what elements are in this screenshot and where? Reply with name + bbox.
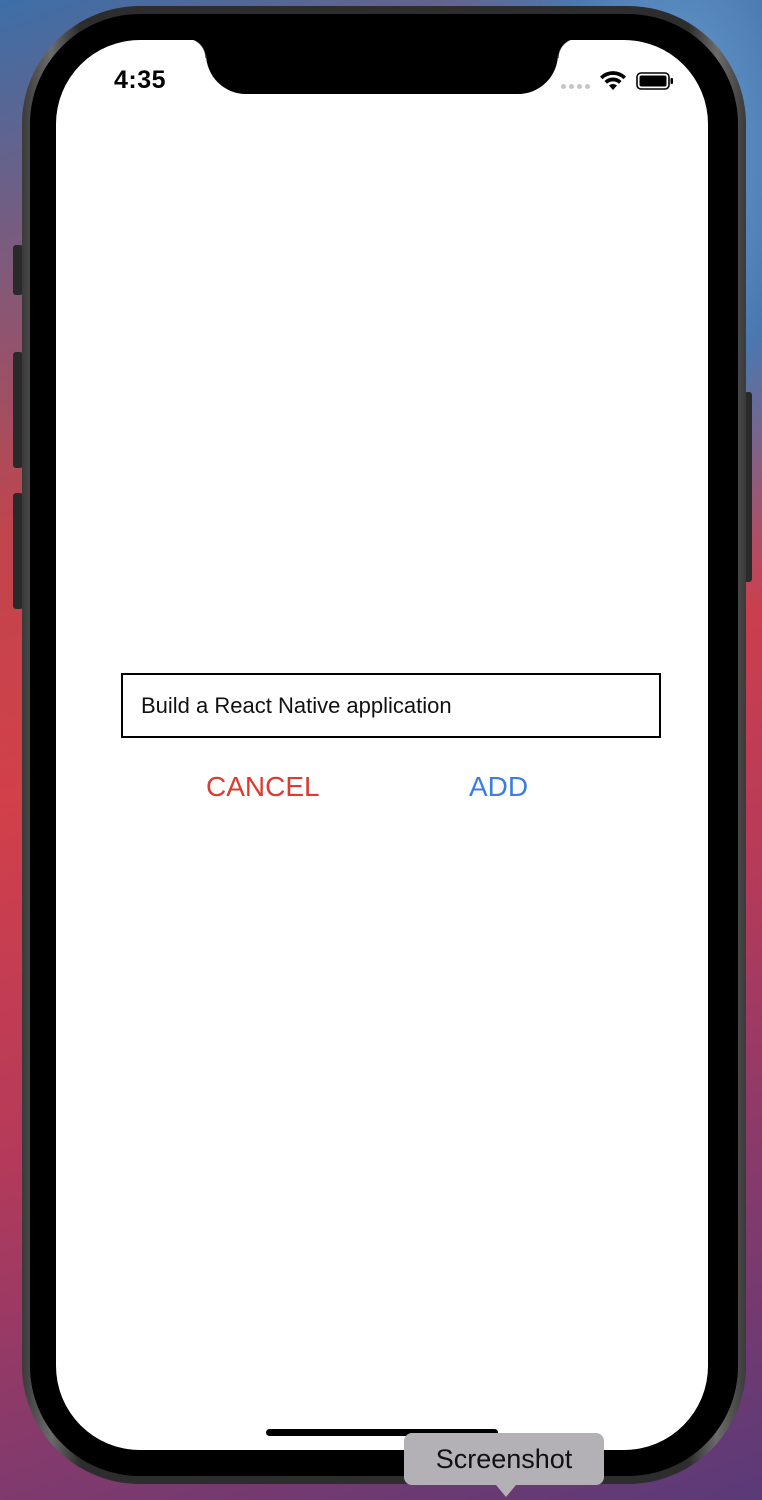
battery-icon [636,72,673,90]
goal-text-input[interactable] [121,673,661,738]
status-time: 4:35 [114,66,167,94]
screenshot-tooltip: Screenshot [404,1433,604,1497]
wifi-icon [600,71,626,90]
cellular-signal-icon [561,84,591,92]
notch [186,40,578,94]
cancel-button[interactable]: CANCEL [206,767,320,807]
device-screen: 4:35 CANCEL ADD [56,40,708,1450]
add-button[interactable]: ADD [469,767,528,807]
desktop-wallpaper: 4:35 CANCEL ADD Screenshot [0,0,762,1500]
